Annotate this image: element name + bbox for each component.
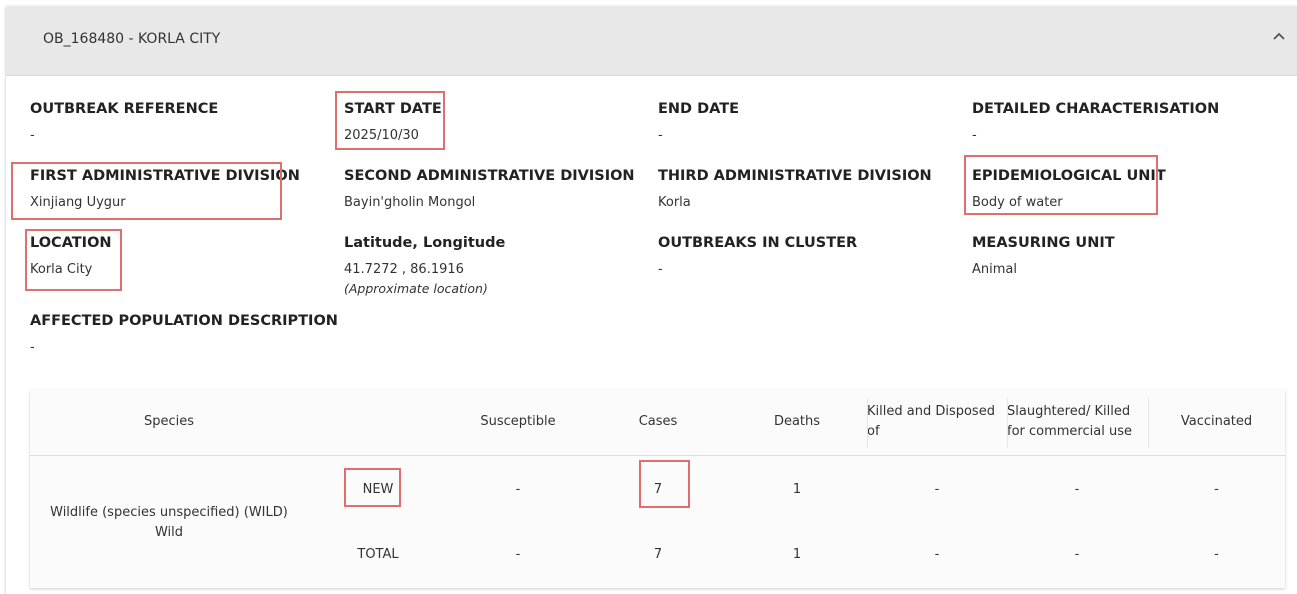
header-divider (867, 398, 868, 448)
field-label: SECOND ADMINISTRATIVE DIVISION (344, 168, 635, 184)
cell-new-cases: 7 (653, 482, 663, 497)
field-value: Xinjiang Uygur (30, 195, 126, 210)
field-outbreak-reference: OUTBREAK REFERENCE - (30, 101, 218, 143)
field-value: 41.7272 , 86.1916 (344, 262, 464, 277)
field-outbreaks-in-cluster: OUTBREAKS IN CLUSTER - (658, 235, 857, 277)
row-type-new: NEW (362, 482, 394, 497)
field-label: OUTBREAKS IN CLUSTER (658, 235, 858, 251)
field-value: 2025/10/30 (344, 128, 419, 143)
field-value: Body of water (972, 195, 1063, 210)
field-label: END DATE (658, 101, 740, 117)
field-value: - (30, 128, 35, 143)
header-cases: Cases (638, 414, 678, 429)
field-value: - (972, 128, 977, 143)
field-label: LOCATION (30, 235, 112, 251)
species-name: Wildlife (species unspecified) (WILD) (50, 505, 288, 520)
field-third-admin-division: THIRD ADMINISTRATIVE DIVISION Korla (658, 168, 932, 210)
field-label: OUTBREAK REFERENCE (30, 101, 219, 117)
field-epidemiological-unit: EPIDEMIOLOGICAL UNIT Body of water (972, 168, 1166, 210)
field-label: DETAILED CHARACTERISATION (972, 101, 1220, 117)
header-killed-disposed: Killed and Disposed of (867, 402, 1009, 442)
cell-new-deaths: 1 (792, 482, 802, 497)
header-deaths: Deaths (773, 414, 821, 429)
field-value: - (658, 128, 663, 143)
field-label: AFFECTED POPULATION DESCRIPTION (30, 313, 338, 329)
cell-total-killed: - (934, 547, 940, 562)
field-latitude-longitude: Latitude, Longitude 41.7272 , 86.1916 (A… (344, 235, 505, 296)
panel-title: OB_168480 - KORLA CITY (43, 31, 221, 47)
panel-header[interactable]: OB_168480 - KORLA CITY (6, 6, 1297, 76)
field-end-date: END DATE - (658, 101, 739, 143)
header-slaughtered-line1: Slaughtered/ Killed (1007, 404, 1131, 419)
field-label: FIRST ADMINISTRATIVE DIVISION (30, 168, 300, 184)
cell-new-killed: - (934, 482, 940, 497)
species-category: Wild (154, 525, 184, 540)
cell-total-susceptible: - (515, 547, 521, 562)
field-second-admin-division: SECOND ADMINISTRATIVE DIVISION Bayin'gho… (344, 168, 635, 210)
table-header-row: Species Susceptible Cases Deaths Killed … (30, 390, 1285, 456)
field-note: (Approximate location) (344, 281, 488, 296)
row-type-total: TOTAL (357, 547, 399, 562)
cell-total-deaths: 1 (792, 547, 802, 562)
cell-total-slaughtered: - (1074, 547, 1080, 562)
cell-new-slaughtered: - (1074, 482, 1080, 497)
field-start-date: START DATE 2025/10/30 (344, 101, 442, 143)
header-killed-line1: Killed and Disposed (867, 404, 995, 419)
cell-new-susceptible: - (515, 482, 521, 497)
field-value: Korla (658, 195, 691, 210)
field-label: EPIDEMIOLOGICAL UNIT (972, 168, 1166, 184)
species-cell: Wildlife (species unspecified) (WILD) Wi… (30, 503, 308, 543)
header-killed-line2: of (867, 424, 880, 439)
field-detailed-characterisation: DETAILED CHARACTERISATION - (972, 101, 1219, 143)
field-first-admin-division: FIRST ADMINISTRATIVE DIVISION Xinjiang U… (30, 168, 300, 210)
field-label: START DATE (344, 101, 442, 117)
field-label: Latitude, Longitude (344, 235, 506, 251)
header-susceptible: Susceptible (480, 414, 556, 429)
field-label: THIRD ADMINISTRATIVE DIVISION (658, 168, 932, 184)
chevron-up-icon[interactable] (1271, 28, 1287, 44)
field-location: LOCATION Korla City (30, 235, 112, 277)
header-divider (1148, 398, 1149, 448)
field-affected-population: AFFECTED POPULATION DESCRIPTION - (30, 313, 338, 355)
species-table: Species Susceptible Cases Deaths Killed … (30, 390, 1285, 588)
cell-total-cases: 7 (653, 547, 663, 562)
header-species: Species (143, 414, 195, 429)
field-value: Bayin'gholin Mongol (344, 195, 476, 210)
field-value: - (30, 340, 35, 355)
header-slaughtered-line2: for commercial use (1007, 424, 1132, 439)
field-label: MEASURING UNIT (972, 235, 1115, 251)
header-vaccinated: Vaccinated (1180, 414, 1253, 429)
field-value: Korla City (30, 262, 93, 277)
field-value: Animal (972, 262, 1017, 277)
cell-new-vaccinated: - (1214, 482, 1219, 497)
header-slaughtered: Slaughtered/ Killed for commercial use (1007, 402, 1149, 442)
field-measuring-unit: MEASURING UNIT Animal (972, 235, 1115, 277)
field-value: - (658, 262, 663, 277)
header-divider (1007, 398, 1008, 448)
cell-total-vaccinated: - (1214, 547, 1219, 562)
